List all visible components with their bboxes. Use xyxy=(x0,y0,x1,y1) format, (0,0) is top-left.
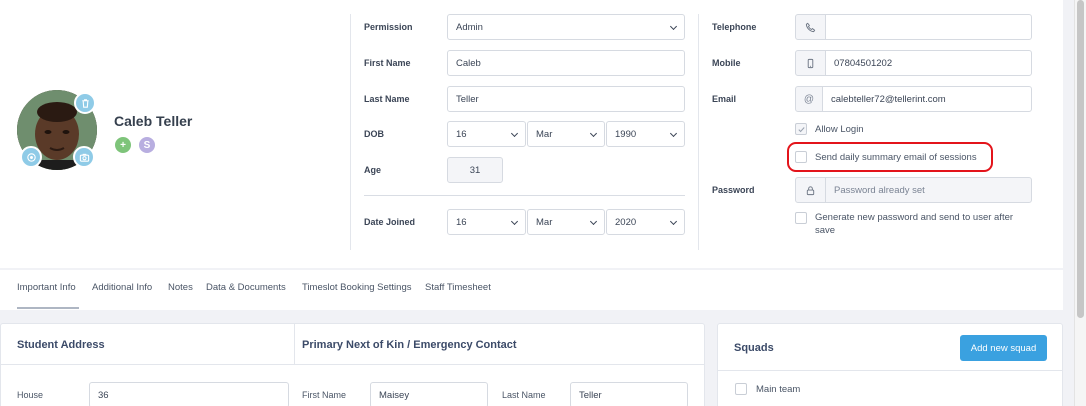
at-icon: @ xyxy=(803,93,815,105)
lock-icon xyxy=(806,185,815,195)
house-field[interactable]: 36 xyxy=(89,382,289,406)
divider xyxy=(350,14,351,250)
page-scrollbar[interactable] xyxy=(1074,0,1086,406)
generate-password-label: Generate new password and send to user a… xyxy=(815,212,1014,236)
dob-day-value: 16 xyxy=(456,128,467,140)
email-addon: @ xyxy=(795,86,823,112)
divider xyxy=(698,14,699,250)
mobile-label: Mobile xyxy=(712,58,741,68)
webcam-icon xyxy=(26,152,36,162)
allow-login-checkbox[interactable] xyxy=(795,123,807,135)
allow-login-label: Allow Login xyxy=(815,124,864,135)
joined-day-value: 16 xyxy=(456,216,467,228)
permission-select[interactable]: Admin xyxy=(447,14,685,40)
email-field[interactable]: calebteller72@tellerint.com xyxy=(822,86,1032,112)
s-badge-icon[interactable]: S xyxy=(139,137,155,153)
squads-panel: Squads Add new squad Main team xyxy=(717,323,1063,406)
last-name-label: Last Name xyxy=(364,94,410,104)
age-label: Age xyxy=(364,165,382,175)
camera-icon xyxy=(79,153,89,162)
first-name-field[interactable]: Caleb xyxy=(447,50,685,76)
squads-title: Squads xyxy=(734,342,774,354)
kin-last-name-value: Teller xyxy=(579,389,602,401)
student-address-title: Student Address xyxy=(17,339,105,351)
squad-checkbox-main-team[interactable] xyxy=(735,383,747,395)
delete-photo-button[interactable] xyxy=(74,92,96,114)
password-placeholder: Password already set xyxy=(834,184,925,196)
generate-password-checkbox[interactable] xyxy=(795,212,807,224)
tab-important-info[interactable]: Important Info xyxy=(17,282,76,293)
address-panel: Student Address Primary Next of Kin / Em… xyxy=(0,323,705,406)
webcam-button[interactable] xyxy=(20,146,42,168)
mobile-value: 07804501202 xyxy=(834,57,893,69)
kin-title: Primary Next of Kin / Emergency Contact xyxy=(302,339,517,351)
email-label: Email xyxy=(712,94,737,104)
joined-month-value: Mar xyxy=(536,216,553,228)
joined-year-select[interactable]: 2020 xyxy=(606,209,685,235)
password-addon xyxy=(795,177,826,203)
password-label: Password xyxy=(712,185,755,195)
date-joined-label: Date Joined xyxy=(364,217,416,227)
age-field: 31 xyxy=(447,157,503,183)
tab-additional-info[interactable]: Additional Info xyxy=(92,282,152,293)
dob-month-value: Mar xyxy=(536,128,553,140)
telephone-label: Telephone xyxy=(712,22,757,32)
joined-month-select[interactable]: Mar xyxy=(527,209,605,235)
phone-addon xyxy=(795,14,826,40)
divider xyxy=(364,195,685,196)
dob-day-select[interactable]: 16 xyxy=(447,121,526,147)
tab-data-documents[interactable]: Data & Documents xyxy=(206,282,286,293)
divider xyxy=(1,364,704,365)
mobile-addon xyxy=(795,50,826,76)
kin-first-name-value: Maisey xyxy=(379,389,410,401)
age-value: 31 xyxy=(469,164,481,176)
mobile-phone-icon xyxy=(807,58,814,68)
add-new-squad-button[interactable]: Add new squad xyxy=(960,335,1047,361)
mobile-field[interactable]: 07804501202 xyxy=(825,50,1032,76)
first-name-value: Caleb xyxy=(456,57,481,69)
kin-last-name-label: Last Name xyxy=(502,390,546,400)
phone-icon xyxy=(805,22,816,32)
scrollbar-thumb[interactable] xyxy=(1077,0,1084,318)
joined-day-select[interactable]: 16 xyxy=(447,209,526,235)
email-value: calebteller72@tellerint.com xyxy=(831,93,946,105)
permission-label: Permission xyxy=(364,22,413,32)
kin-first-name-label: First Name xyxy=(302,390,347,400)
last-name-field[interactable]: Teller xyxy=(447,86,685,112)
profile-section: Caleb Teller + S Permission Admin First … xyxy=(0,0,1063,268)
active-tab-indicator xyxy=(17,307,79,309)
dob-year-value: 1990 xyxy=(615,128,637,140)
tab-timeslot-booking-settings[interactable]: Timeslot Booking Settings xyxy=(302,282,411,293)
tab-notes[interactable]: Notes xyxy=(168,282,193,293)
permission-value: Admin xyxy=(456,21,483,33)
house-value: 36 xyxy=(98,389,109,401)
kin-first-name-field[interactable]: Maisey xyxy=(370,382,488,406)
tab-bar: Important Info Additional Info Notes Dat… xyxy=(0,270,1063,310)
tab-staff-timesheet[interactable]: Staff Timesheet xyxy=(425,282,491,293)
divider xyxy=(718,370,1062,371)
house-label: House xyxy=(17,390,44,400)
dob-label: DOB xyxy=(364,129,384,139)
dob-month-select[interactable]: Mar xyxy=(527,121,605,147)
add-icon[interactable]: + xyxy=(115,137,131,153)
divider xyxy=(294,324,295,364)
last-name-value: Teller xyxy=(456,93,479,105)
highlight-box xyxy=(787,142,993,172)
kin-last-name-field[interactable]: Teller xyxy=(570,382,688,406)
trash-icon xyxy=(81,98,89,108)
profile-name: Caleb Teller xyxy=(114,113,193,129)
squad-label-main-team: Main team xyxy=(756,384,801,395)
password-field[interactable]: Password already set xyxy=(825,177,1032,203)
telephone-field[interactable] xyxy=(825,14,1032,40)
upload-photo-button[interactable] xyxy=(73,146,95,168)
check-icon xyxy=(797,126,805,132)
dob-year-select[interactable]: 1990 xyxy=(606,121,685,147)
first-name-label: First Name xyxy=(364,58,411,68)
joined-year-value: 2020 xyxy=(615,216,637,228)
